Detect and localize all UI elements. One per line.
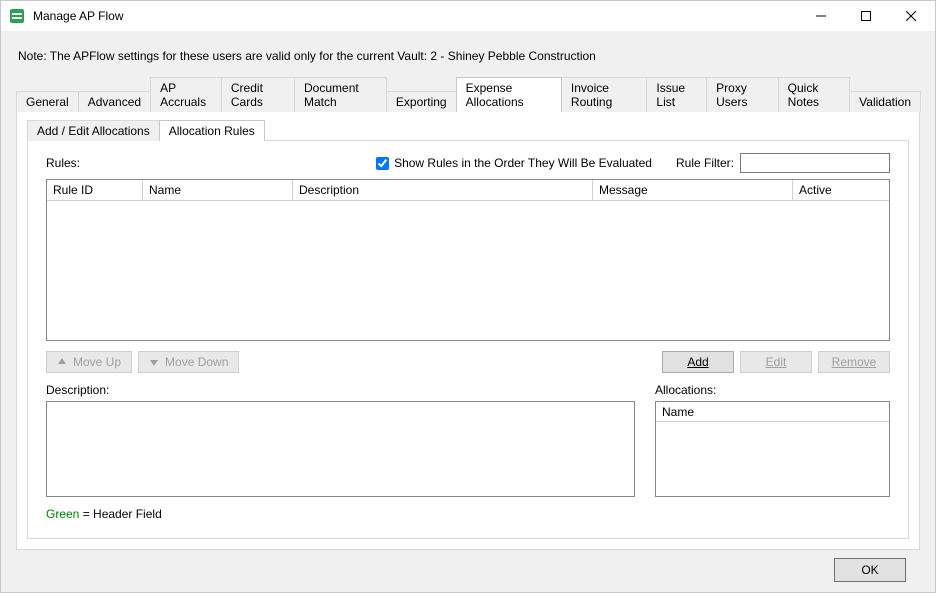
allocations-label: Allocations: <box>655 383 890 397</box>
inner-tab-body: Rules: Show Rules in the Order They Will… <box>27 140 909 539</box>
col-description[interactable]: Description <box>293 180 593 200</box>
rules-label: Rules: <box>46 156 80 170</box>
rules-toolbar: Rules: Show Rules in the Order They Will… <box>46 153 890 173</box>
rule-filter-input[interactable] <box>740 153 890 173</box>
allocations-grid[interactable]: Name <box>655 401 890 497</box>
window-title: Manage AP Flow <box>33 9 798 23</box>
window: Manage AP Flow Note: The APFlow settings… <box>0 0 936 593</box>
show-order-label: Show Rules in the Order They Will Be Eva… <box>394 156 652 170</box>
col-rule-id[interactable]: Rule ID <box>47 180 143 200</box>
tab-advanced[interactable]: Advanced <box>78 91 151 112</box>
content-area: Note: The APFlow settings for these user… <box>1 31 935 592</box>
edit-button[interactable]: Edit <box>740 351 812 373</box>
outer-tab-body: Add / Edit AllocationsAllocation Rules R… <box>16 111 920 550</box>
tab-general[interactable]: General <box>16 91 79 112</box>
tab-expense-allocations[interactable]: Expense Allocations <box>456 77 562 112</box>
maximize-button[interactable] <box>843 2 888 30</box>
lower-panels: Description: Allocations: Name <box>46 383 890 497</box>
legend-green: Green <box>46 507 79 521</box>
tab-quick-notes[interactable]: Quick Notes <box>778 77 851 112</box>
rules-grid[interactable]: Rule ID Name Description Message Active <box>46 179 890 341</box>
tab-validation[interactable]: Validation <box>849 91 921 112</box>
remove-button[interactable]: Remove <box>818 351 890 373</box>
inner-tab-add-edit-allocations[interactable]: Add / Edit Allocations <box>27 120 160 141</box>
tab-ap-accruals[interactable]: AP Accruals <box>150 77 222 112</box>
close-button[interactable] <box>888 2 933 30</box>
allocations-grid-body[interactable] <box>656 422 889 496</box>
minimize-button[interactable] <box>798 2 843 30</box>
tab-invoice-routing[interactable]: Invoice Routing <box>561 77 647 112</box>
col-message[interactable]: Message <box>593 180 793 200</box>
col-name[interactable]: Name <box>143 180 293 200</box>
col-active[interactable]: Active <box>793 180 889 200</box>
outer-tabs: GeneralAdvancedAP AccrualsCredit CardsDo… <box>16 77 920 112</box>
move-down-button[interactable]: Move Down <box>138 351 239 373</box>
description-textarea[interactable] <box>46 401 635 497</box>
arrow-up-icon <box>57 357 67 367</box>
show-order-checkbox[interactable] <box>376 157 389 170</box>
legend: Green = Header Field <box>46 507 890 521</box>
tab-proxy-users[interactable]: Proxy Users <box>706 77 779 112</box>
rules-grid-header: Rule ID Name Description Message Active <box>47 180 889 201</box>
app-icon <box>9 8 25 24</box>
rule-filter-label: Rule Filter: <box>676 156 734 170</box>
title-bar: Manage AP Flow <box>1 1 935 31</box>
inner-tabs: Add / Edit AllocationsAllocation Rules <box>27 120 909 141</box>
allocations-panel: Allocations: Name <box>655 383 890 497</box>
tab-exporting[interactable]: Exporting <box>386 91 457 112</box>
note-text: Note: The APFlow settings for these user… <box>18 49 920 63</box>
move-up-button[interactable]: Move Up <box>46 351 132 373</box>
add-button[interactable]: Add <box>662 351 734 373</box>
inner-tab-allocation-rules[interactable]: Allocation Rules <box>159 120 265 141</box>
description-panel: Description: <box>46 383 635 497</box>
ok-button[interactable]: OK <box>834 558 906 582</box>
tab-issue-list[interactable]: Issue List <box>646 77 707 112</box>
legend-rest: = Header Field <box>79 507 161 521</box>
show-order-checkbox-wrapper[interactable]: Show Rules in the Order They Will Be Eva… <box>376 156 652 170</box>
window-buttons <box>798 2 933 30</box>
description-label: Description: <box>46 383 635 397</box>
rules-grid-body[interactable] <box>47 201 889 340</box>
tab-credit-cards[interactable]: Credit Cards <box>221 77 295 112</box>
rules-button-row: Move Up Move Down Add Edit Remove <box>46 351 890 373</box>
rule-filter: Rule Filter: <box>676 153 890 173</box>
dialog-footer: OK <box>16 550 920 582</box>
allocations-col-name[interactable]: Name <box>656 402 889 422</box>
tab-document-match[interactable]: Document Match <box>294 77 387 112</box>
arrow-down-icon <box>149 357 159 367</box>
